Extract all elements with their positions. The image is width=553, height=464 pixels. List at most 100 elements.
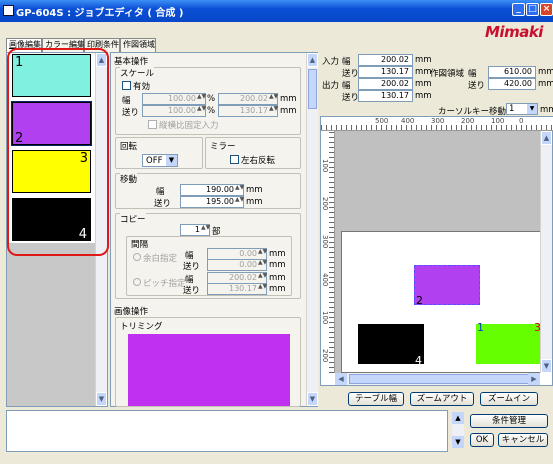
aspect-label: 縦横比固定入力 [159, 121, 219, 131]
pct-unit: % [207, 94, 216, 104]
area-width-label: 幅 [468, 69, 477, 79]
scale-width-pct[interactable]: 100.00 ▲▼ [142, 93, 206, 105]
pitch-feed-input[interactable]: 130.17 ▲▼ [207, 283, 267, 295]
image-number: 1 [477, 321, 484, 334]
scroll-right-icon[interactable]: ▶ [528, 373, 540, 385]
trim-label: トリミング [120, 322, 163, 332]
canvas-image-1-3[interactable]: 1 3 [476, 321, 542, 364]
copy-count-input[interactable]: 1 ▲▼ [180, 224, 210, 236]
scroll-left-icon[interactable]: ◀ [335, 373, 347, 385]
scroll-thumb[interactable] [308, 69, 317, 109]
tab-drawing-area[interactable]: 作図領域 [120, 38, 156, 52]
mm-unit: mm [246, 185, 263, 195]
vertical-ruler: 100 200 300 400 100 200 [321, 131, 335, 373]
output-label: 出力 [322, 81, 340, 91]
canvas-hscrollbar[interactable]: ◀ ▶ [335, 373, 540, 385]
zoom-out-button[interactable]: ズームアウト [410, 392, 474, 406]
canvas-image-2[interactable]: 2 [414, 265, 480, 307]
mm-unit: mm [280, 94, 297, 104]
move-width-input[interactable]: 190.00 ▲▼ [180, 184, 244, 196]
spinner-icon[interactable]: ▲▼ [258, 260, 267, 269]
message-scrollbar[interactable]: ▲ ▼ [452, 412, 464, 448]
preview-panel: 入力 幅 200.02 mm 送り 130.17 mm 出力 幅 200.02 … [320, 52, 553, 407]
move-group: 移動 幅 190.00 ▲▼ mm 送り 195.00 ▲▼ mm [115, 173, 301, 209]
mm-unit: mm [269, 249, 286, 259]
ruler-tick-label: 100 [321, 311, 329, 325]
move-feed-input[interactable]: 195.00 ▲▼ [180, 196, 244, 208]
scale-group: スケール 有効 幅 100.00 ▲▼ % 200.02 ▲▼ mm 送り 100.… [115, 67, 301, 135]
chevron-down-icon[interactable]: ▼ [166, 155, 177, 166]
ok-button[interactable]: OK [470, 433, 494, 447]
chevron-down-icon[interactable]: ▼ [527, 104, 537, 114]
mm-unit: mm [540, 105, 553, 115]
scroll-up-icon[interactable]: ▲ [452, 412, 464, 424]
value: 200.02 [240, 94, 268, 103]
settings-scrollbar[interactable]: ▲ ▼ [306, 53, 318, 406]
maximize-button[interactable]: □ [526, 3, 539, 16]
ruler-tick-label: 300 [321, 235, 329, 249]
thumbnail-list: 1 2 3 4 ▲ ▼ [6, 48, 109, 407]
close-button[interactable]: × [540, 3, 553, 16]
scale-width-mm[interactable]: 200.02 ▲▼ [218, 93, 278, 105]
output-feed-label: 送り [342, 93, 360, 103]
scale-feed-pct[interactable]: 100.00 ▲▼ [142, 105, 206, 117]
area-feed-label: 送り [468, 81, 486, 91]
blank-radio[interactable] [133, 253, 141, 261]
move-width-label: 幅 [156, 187, 165, 197]
zoom-in-button[interactable]: ズームイン [480, 392, 538, 406]
scroll-thumb[interactable] [349, 374, 529, 384]
title-bar: GP-604S : ジョブエディタ ( 合成 ) _ □ × [0, 0, 553, 22]
spinner-icon[interactable]: ▲▼ [197, 106, 206, 115]
mirror-checkbox[interactable] [230, 155, 239, 164]
input-width-label: 幅 [342, 57, 351, 67]
spinner-icon[interactable]: ▲▼ [235, 197, 244, 206]
gap-label: 間隔 [131, 240, 149, 250]
spinner-icon[interactable]: ▲▼ [258, 249, 267, 258]
mirror-option-label: 左右反転 [241, 156, 276, 166]
blank-feed-input[interactable]: 0.00 ▲▼ [207, 259, 267, 271]
spinner-icon[interactable]: ▲▼ [258, 284, 267, 293]
minimize-button[interactable]: _ [512, 3, 525, 16]
value: 130.17 [240, 106, 268, 115]
canvas-vscrollbar[interactable]: ▲ ▼ [540, 131, 552, 373]
basic-ops-heading: 基本操作 [114, 57, 149, 67]
value: 0.00 [239, 260, 257, 269]
pct-unit: % [207, 106, 216, 116]
scroll-down-icon[interactable]: ▼ [541, 359, 552, 373]
gap-group: 間隔 余白指定 幅 0.00 ▲▼ mm 送り 0.00 ▲▼ mm ピッチ指定 幅… [126, 236, 292, 296]
cancel-button[interactable]: キャンセル [498, 433, 548, 447]
scroll-up-icon[interactable]: ▲ [541, 131, 552, 145]
spinner-icon[interactable]: ▲▼ [197, 94, 206, 103]
condition-manage-button[interactable]: 条件管理 [470, 414, 548, 428]
aspect-checkbox[interactable] [148, 120, 157, 129]
canvas-image-4[interactable]: 4 [358, 324, 424, 367]
value: 100.00 [168, 94, 196, 103]
mm-unit: mm [269, 260, 286, 270]
input-feed-label: 送り [342, 69, 360, 79]
spinner-icon[interactable]: ▲▼ [258, 273, 267, 282]
scroll-up-icon[interactable]: ▲ [307, 53, 318, 67]
spinner-icon[interactable]: ▲▼ [269, 106, 278, 115]
scroll-down-icon[interactable]: ▼ [452, 436, 464, 448]
spinner-icon[interactable]: ▲▼ [235, 185, 244, 194]
ruler-tick-label: 300 [431, 117, 445, 125]
spinner-icon[interactable]: ▲▼ [269, 94, 278, 103]
trim-preview[interactable] [128, 334, 290, 406]
print-area[interactable]: 2 4 1 3 [341, 231, 542, 373]
spinner-icon[interactable]: ▲▼ [201, 225, 210, 234]
scroll-down-icon[interactable]: ▼ [96, 392, 107, 406]
pitch-radio[interactable] [133, 278, 141, 286]
table-width-button[interactable]: テーブル幅 [348, 392, 404, 406]
mirror-label: ミラー [210, 142, 236, 152]
copy-group: コピー 1 ▲▼ 部 間隔 余白指定 幅 0.00 ▲▼ mm 送り 0.00 ▲▼ … [115, 213, 301, 299]
ruler-tick-label: 500 [375, 117, 389, 125]
scale-feed-mm[interactable]: 130.17 ▲▼ [218, 105, 278, 117]
cursor-step-select[interactable]: 1 ▼ [506, 103, 538, 115]
scroll-down-icon[interactable]: ▼ [307, 392, 318, 406]
mm-unit: mm [269, 284, 286, 294]
area-feed-value: 420.00 [488, 78, 536, 90]
rotate-select[interactable]: OFF ▼ [142, 154, 178, 167]
enable-checkbox[interactable] [122, 81, 131, 90]
pitch-label: ピッチ指定 [143, 279, 186, 289]
ruler-tick-label: 0 [519, 117, 524, 125]
